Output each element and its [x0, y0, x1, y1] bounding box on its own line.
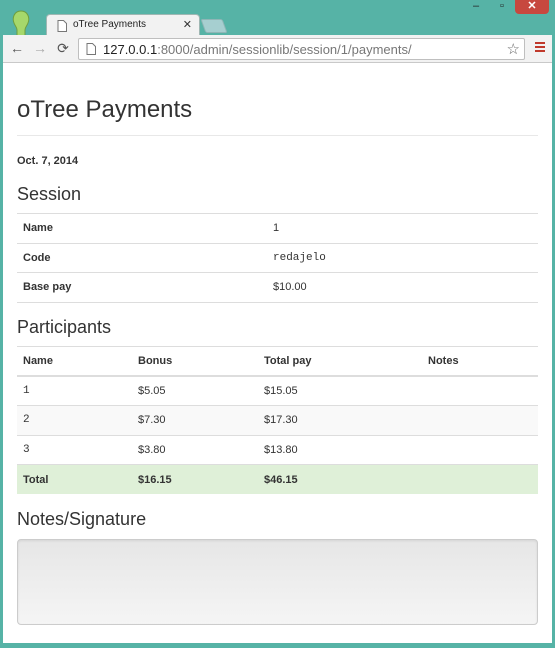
participant-bonus: $5.05	[132, 375, 258, 406]
session-code-value: redajelo	[267, 242, 538, 273]
column-header-bonus: Bonus	[132, 346, 258, 377]
star-icon[interactable]: ☆	[507, 40, 520, 58]
page-icon	[86, 43, 96, 55]
url-text: 127.0.0.1:8000/admin/sessionlib/session/…	[103, 42, 412, 57]
close-icon[interactable]: ✕	[183, 18, 192, 32]
session-code-label: Code	[17, 242, 267, 273]
session-base-pay-value: $10.00	[267, 272, 538, 303]
tab-title: oTree Payments	[73, 19, 146, 30]
total-notes	[422, 464, 538, 494]
tab-otree-payments[interactable]: oTree Payments ✕	[46, 14, 200, 36]
session-base-pay-label: Base pay	[17, 272, 267, 303]
participant-bonus: $3.80	[132, 434, 258, 465]
column-header-notes: Notes	[422, 346, 538, 377]
table-row: 3 $3.80 $13.80	[17, 434, 538, 465]
session-table: Name 1 Code redajelo Base pay $10.00	[17, 213, 538, 303]
participant-name: 1	[17, 375, 132, 406]
total-label: Total	[17, 464, 132, 494]
participant-notes	[422, 405, 538, 435]
page-icon	[57, 20, 67, 32]
table-row: Code redajelo	[17, 242, 538, 273]
participant-name: 3	[17, 434, 132, 465]
participant-total-pay: $17.30	[258, 405, 422, 435]
participant-name: 2	[17, 405, 132, 435]
notes-signature-box[interactable]	[17, 539, 538, 625]
table-row: Name 1	[17, 213, 538, 243]
session-heading: Session	[17, 184, 82, 204]
page-title: oTree Payments	[17, 96, 193, 123]
forward-arrow-icon[interactable]: →	[31, 39, 49, 57]
url-path: :8000/admin/sessionlib/session/1/payment…	[157, 42, 412, 57]
column-header-total-pay: Total pay	[258, 346, 422, 377]
session-name-value: 1	[267, 213, 538, 243]
column-header-name: Name	[17, 346, 132, 377]
table-row: 1 $5.05 $15.05	[17, 375, 538, 406]
profile-icon[interactable]	[10, 10, 32, 36]
browser-toolbar: ← → ⟳ 127.0.0.1:8000/admin/sessionlib/se…	[3, 35, 552, 63]
tab-strip: oTree Payments ✕ – ▫ ✕	[0, 0, 555, 36]
new-tab-button[interactable]	[200, 19, 228, 33]
participant-notes	[422, 375, 538, 406]
minimize-icon[interactable]: –	[463, 0, 489, 14]
table-header-row: Name Bonus Total pay Notes	[17, 346, 538, 377]
window-controls: – ▫ ✕	[463, 0, 549, 14]
back-arrow-icon[interactable]: ←	[8, 39, 26, 57]
maximize-icon[interactable]: ▫	[489, 0, 515, 14]
url-host: 127.0.0.1	[103, 42, 158, 57]
participant-bonus: $7.30	[132, 405, 258, 435]
address-bar[interactable]: 127.0.0.1:8000/admin/sessionlib/session/…	[78, 38, 525, 60]
reload-icon[interactable]: ⟳	[54, 39, 72, 57]
browser-window: oTree Payments ✕ – ▫ ✕ ← → ⟳ 127.0.0.1:8…	[0, 0, 555, 648]
session-name-label: Name	[17, 213, 267, 243]
total-pay: $46.15	[258, 464, 422, 494]
window-close-icon[interactable]: ✕	[515, 0, 549, 14]
participant-notes	[422, 434, 538, 465]
session-date: Oct. 7, 2014	[17, 155, 79, 167]
hamburger-menu-icon[interactable]	[534, 40, 546, 54]
participant-total-pay: $13.80	[258, 434, 422, 465]
participants-table: Name Bonus Total pay Notes 1 $5.05 $15.0…	[17, 346, 538, 494]
participants-heading: Participants	[17, 317, 112, 337]
notes-heading: Notes/Signature	[17, 509, 147, 529]
page-viewport: oTree Payments Oct. 7, 2014 Session Name…	[3, 63, 552, 643]
table-row: 2 $7.30 $17.30	[17, 405, 538, 435]
total-row: Total $16.15 $46.15	[17, 464, 538, 494]
participant-total-pay: $15.05	[258, 375, 422, 406]
total-bonus: $16.15	[132, 464, 258, 494]
table-row: Base pay $10.00	[17, 272, 538, 303]
title-divider	[17, 135, 538, 136]
